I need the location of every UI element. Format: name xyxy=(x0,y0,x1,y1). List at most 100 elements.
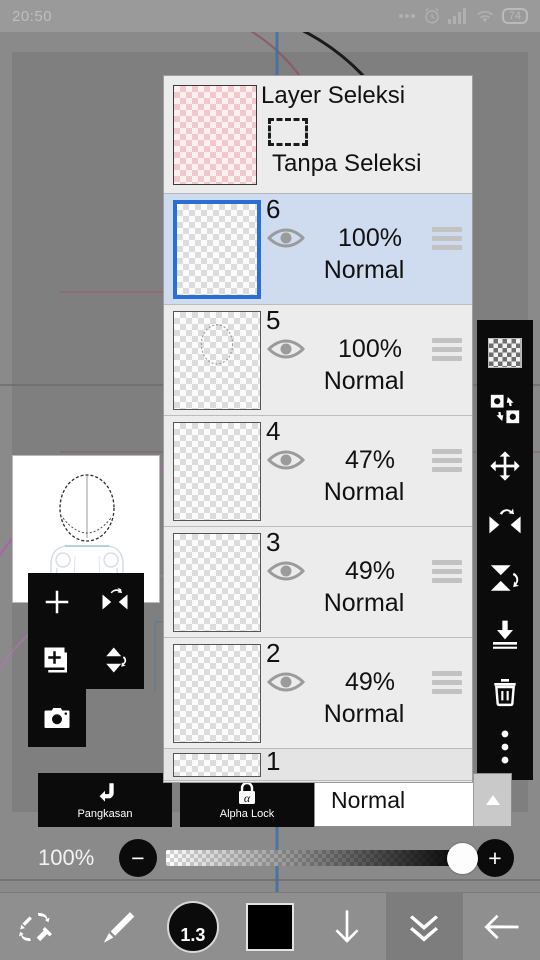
flip-horizontal-button[interactable] xyxy=(86,573,144,631)
layer-blend-mode: Normal xyxy=(323,256,405,284)
opacity-control: 100% − + xyxy=(38,835,514,881)
layer-list[interactable]: 6 100% Normal 5 100% Normal 4 47% Normal 3 49% Norm… xyxy=(164,194,472,782)
layer-row[interactable]: 1 xyxy=(164,749,472,781)
checkerboard-icon xyxy=(488,338,522,368)
signal-bars-icon xyxy=(447,8,468,24)
arrow-down-icon xyxy=(335,909,359,943)
triangle-up-icon[interactable] xyxy=(473,774,511,826)
layer-thumbnail[interactable] xyxy=(173,644,261,743)
layer-visibility-toggle[interactable] xyxy=(266,448,308,474)
layer-drag-handle[interactable] xyxy=(432,227,462,250)
opacity-slider[interactable] xyxy=(166,843,478,874)
layer-row[interactable]: 2 49% Normal xyxy=(164,638,472,749)
camera-button[interactable] xyxy=(28,689,86,747)
brush-eraser-swap-icon xyxy=(18,912,52,941)
double-chevron-down-icon xyxy=(410,914,439,942)
layer-thumbnail[interactable] xyxy=(173,422,261,521)
swap-layer-button[interactable] xyxy=(481,384,529,434)
layer-row[interactable]: 3 49% Normal xyxy=(164,527,472,638)
layer-blend-mode: Normal xyxy=(323,478,405,506)
layer-number: 6 xyxy=(266,194,281,224)
clipping-arrow-icon xyxy=(99,783,114,802)
eye-icon xyxy=(267,671,305,692)
duplicate-layer-button[interactable] xyxy=(28,631,86,689)
drawing-app-screen: 20:50 74 Layer Seleksi Tanpa Seleksi 6 1… xyxy=(0,0,540,960)
delete-layer-button[interactable] xyxy=(481,666,529,716)
layer-visibility-toggle[interactable] xyxy=(266,670,308,696)
layer-opacity: 49% xyxy=(344,668,396,696)
layer-blend-mode: Normal xyxy=(323,700,405,728)
bottom-toolbar: 1.3 xyxy=(0,892,540,960)
flip-horizontal-button[interactable] xyxy=(481,497,529,547)
move-button[interactable] xyxy=(481,441,529,491)
layer-properties-bar: Pangkasan α Alpha Lock Normal 100% − + xyxy=(0,770,540,890)
selection-layer-status: Tanpa Seleksi xyxy=(272,150,422,177)
layer-row[interactable]: 6 100% Normal xyxy=(164,194,472,305)
selection-layer-thumbnail xyxy=(173,85,257,185)
alpha-lock-icon: α xyxy=(239,781,255,805)
back-button[interactable] xyxy=(463,893,540,960)
layer-opacity: 100% xyxy=(338,224,402,252)
clipping-button[interactable]: Pangkasan xyxy=(38,773,172,827)
brush-tool-button[interactable] xyxy=(77,893,154,960)
merge-down-button[interactable] xyxy=(481,609,529,659)
layer-opacity: 49% xyxy=(344,557,396,585)
opacity-increase-button[interactable]: + xyxy=(476,839,514,877)
selection-layer-header[interactable]: Layer Seleksi Tanpa Seleksi xyxy=(164,76,472,194)
layer-opacity: 100% xyxy=(338,335,402,363)
status-bar: 20:50 74 xyxy=(0,0,540,32)
brush-eraser-swap-button[interactable] xyxy=(0,893,77,960)
download-button[interactable] xyxy=(309,893,386,960)
layer-visibility-toggle[interactable] xyxy=(266,337,308,363)
wifi-icon xyxy=(475,9,495,24)
opacity-slider-knob[interactable] xyxy=(447,843,478,874)
eye-icon xyxy=(267,227,305,248)
flip-vertical-button[interactable] xyxy=(481,553,529,603)
opacity-decrease-button[interactable]: − xyxy=(119,839,157,877)
layer-opacity: 47% xyxy=(344,446,396,474)
more-options-button[interactable] xyxy=(481,722,529,772)
transparency-button[interactable] xyxy=(481,328,529,378)
plus-icon: + xyxy=(488,844,502,871)
layer-number: 5 xyxy=(266,305,281,335)
color-swatch-icon[interactable] xyxy=(245,902,294,951)
layer-drag-handle[interactable] xyxy=(432,449,462,472)
minus-icon: − xyxy=(131,844,145,871)
eye-icon xyxy=(267,449,305,470)
battery-icon: 74 xyxy=(501,8,528,24)
layer-row[interactable]: 5 100% Normal xyxy=(164,305,472,416)
layer-visibility-toggle[interactable] xyxy=(266,559,308,585)
clipping-label: Pangkasan xyxy=(77,808,133,820)
layer-thumbnail[interactable] xyxy=(173,311,261,410)
layer-drag-handle[interactable] xyxy=(432,671,462,694)
alarm-clock-icon xyxy=(423,7,441,25)
blend-mode-value: Normal xyxy=(331,786,406,813)
selection-marquee-icon xyxy=(268,118,308,146)
selection-layer-title: Layer Seleksi xyxy=(261,82,406,109)
eye-icon xyxy=(267,560,305,581)
right-layer-toolbar xyxy=(477,320,533,780)
more-dots-icon xyxy=(398,13,416,19)
layer-panel: Layer Seleksi Tanpa Seleksi 6 100% Normal 5… xyxy=(163,75,473,783)
opacity-value: 100% xyxy=(38,845,95,870)
layer-thumbnail[interactable] xyxy=(173,200,261,299)
left-layer-tools xyxy=(28,573,144,747)
svg-text:α: α xyxy=(244,791,251,805)
layer-row[interactable]: 4 47% Normal xyxy=(164,416,472,527)
brush-size-button[interactable]: 1.3 xyxy=(154,893,231,960)
status-time: 20:50 xyxy=(12,7,53,25)
alpha-lock-label: Alpha Lock xyxy=(219,808,275,820)
layer-drag-handle[interactable] xyxy=(432,560,462,583)
layer-blend-mode: Normal xyxy=(323,589,405,617)
arrow-left-icon xyxy=(484,914,519,939)
brush-size-value: 1.3 xyxy=(180,924,206,945)
layer-visibility-toggle[interactable] xyxy=(266,226,308,252)
layer-thumbnail[interactable] xyxy=(173,753,261,777)
flip-vertical-button[interactable] xyxy=(86,631,144,689)
layer-thumbnail[interactable] xyxy=(173,533,261,632)
add-layer-button[interactable] xyxy=(28,573,86,631)
color-swatch-button[interactable] xyxy=(231,893,308,960)
brush-size-indicator[interactable]: 1.3 xyxy=(166,900,219,953)
collapse-panel-button[interactable] xyxy=(385,892,463,960)
layer-drag-handle[interactable] xyxy=(432,338,462,361)
